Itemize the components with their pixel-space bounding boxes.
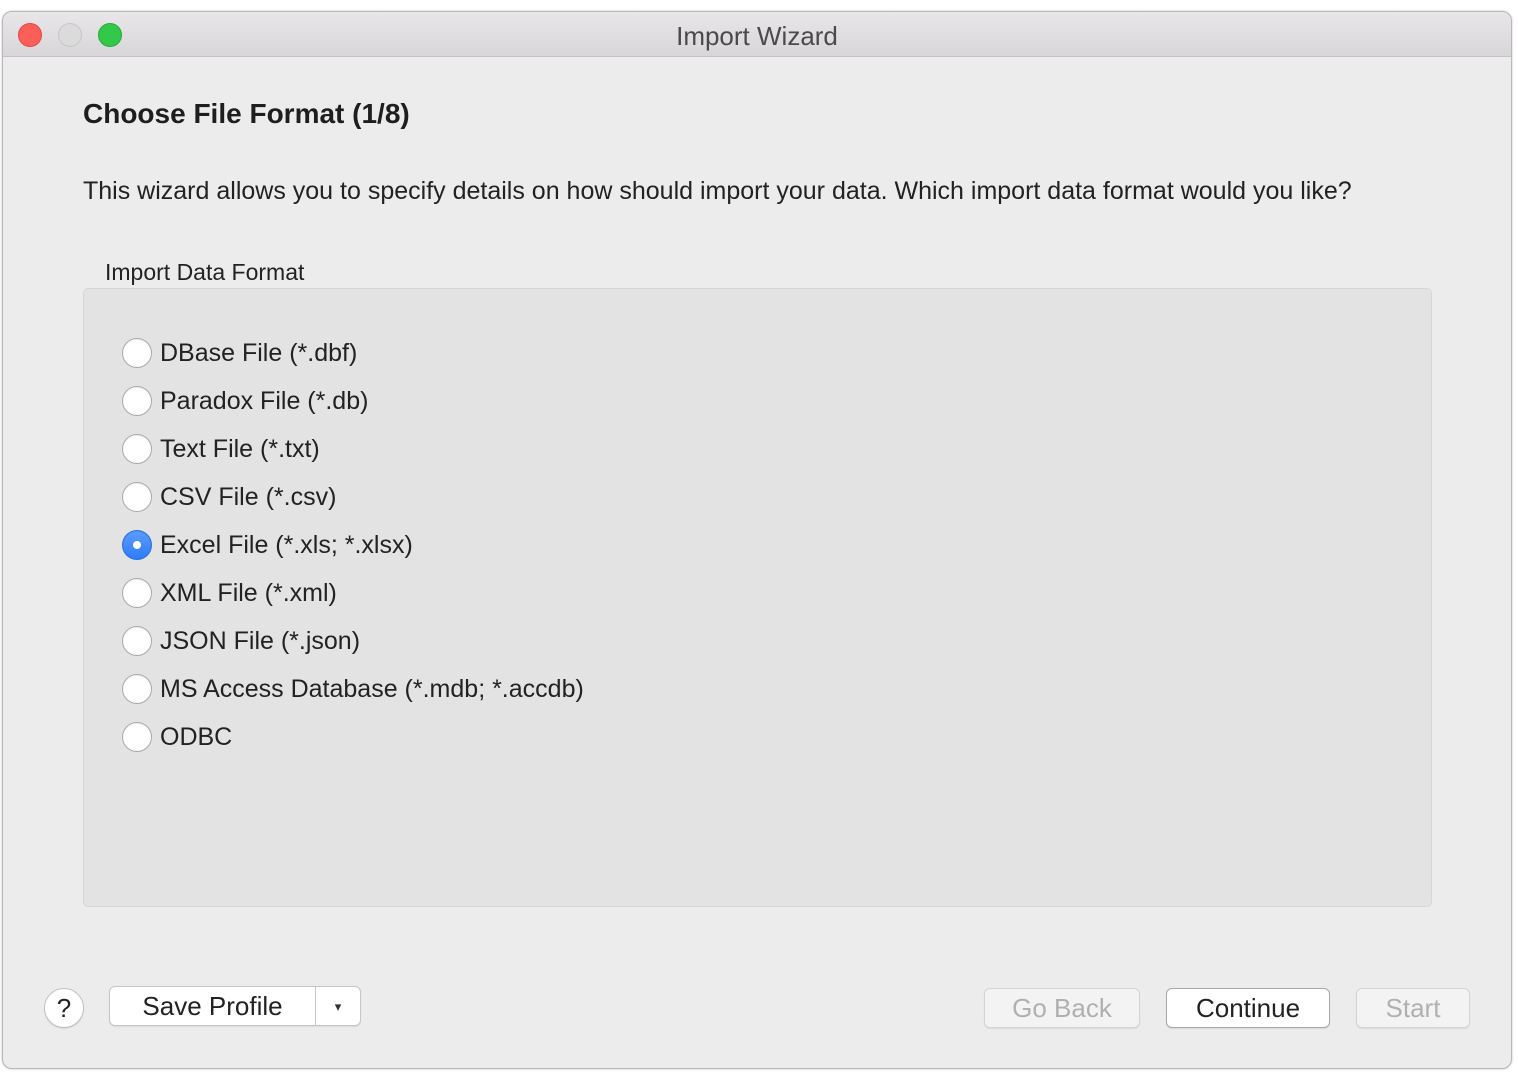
format-group-box: DBase File (*.dbf) Paradox File (*.db) T…: [83, 288, 1432, 907]
radio-button[interactable]: [122, 674, 152, 704]
format-option-json[interactable]: JSON File (*.json): [122, 617, 584, 665]
import-wizard-window: Import Wizard Choose File Format (1/8) T…: [2, 11, 1512, 1069]
radio-button[interactable]: [122, 530, 152, 560]
page-heading: Choose File Format (1/8): [83, 98, 410, 129]
radio-button[interactable]: [122, 434, 152, 464]
continue-button[interactable]: Continue: [1166, 988, 1330, 1028]
format-option-ms-access[interactable]: MS Access Database (*.mdb; *.accdb): [122, 665, 584, 713]
format-option-xml[interactable]: XML File (*.xml): [122, 569, 584, 617]
format-option-csv[interactable]: CSV File (*.csv): [122, 473, 584, 521]
save-profile-split-button: Save Profile ▾: [109, 986, 361, 1026]
format-option-text[interactable]: Text File (*.txt): [122, 425, 584, 473]
format-option-paradox[interactable]: Paradox File (*.db): [122, 377, 584, 425]
radio-label: ODBC: [160, 722, 233, 751]
radio-button[interactable]: [122, 386, 152, 416]
radio-button[interactable]: [122, 482, 152, 512]
radio-label: Text File (*.txt): [160, 434, 320, 463]
radio-label: XML File (*.xml): [160, 578, 337, 607]
format-option-dbase[interactable]: DBase File (*.dbf): [122, 329, 584, 377]
start-button[interactable]: Start: [1356, 988, 1470, 1028]
page-description: This wizard allows you to specify detail…: [83, 177, 1352, 205]
format-option-odbc[interactable]: ODBC: [122, 713, 584, 761]
radio-button[interactable]: [122, 338, 152, 368]
window-title: Import Wizard: [676, 21, 838, 51]
format-radio-list: DBase File (*.dbf) Paradox File (*.db) T…: [122, 329, 584, 761]
radio-label: MS Access Database (*.mdb; *.accdb): [160, 674, 584, 703]
go-back-button[interactable]: Go Back: [984, 988, 1140, 1028]
format-group-label: Import Data Format: [105, 259, 305, 285]
radio-button[interactable]: [122, 626, 152, 656]
radio-label: Excel File (*.xls; *.xlsx): [160, 530, 413, 559]
radio-button[interactable]: [122, 578, 152, 608]
radio-label: JSON File (*.json): [160, 626, 361, 655]
help-button[interactable]: ?: [44, 988, 84, 1028]
radio-label: DBase File (*.dbf): [160, 338, 358, 367]
radio-label: Paradox File (*.db): [160, 386, 369, 415]
radio-button[interactable]: [122, 722, 152, 752]
radio-label: CSV File (*.csv): [160, 482, 337, 511]
format-option-excel[interactable]: Excel File (*.xls; *.xlsx): [122, 521, 584, 569]
save-profile-button[interactable]: Save Profile: [110, 987, 315, 1025]
save-profile-dropdown-icon[interactable]: ▾: [315, 987, 360, 1025]
title-bar[interactable]: Import Wizard: [3, 12, 1511, 57]
